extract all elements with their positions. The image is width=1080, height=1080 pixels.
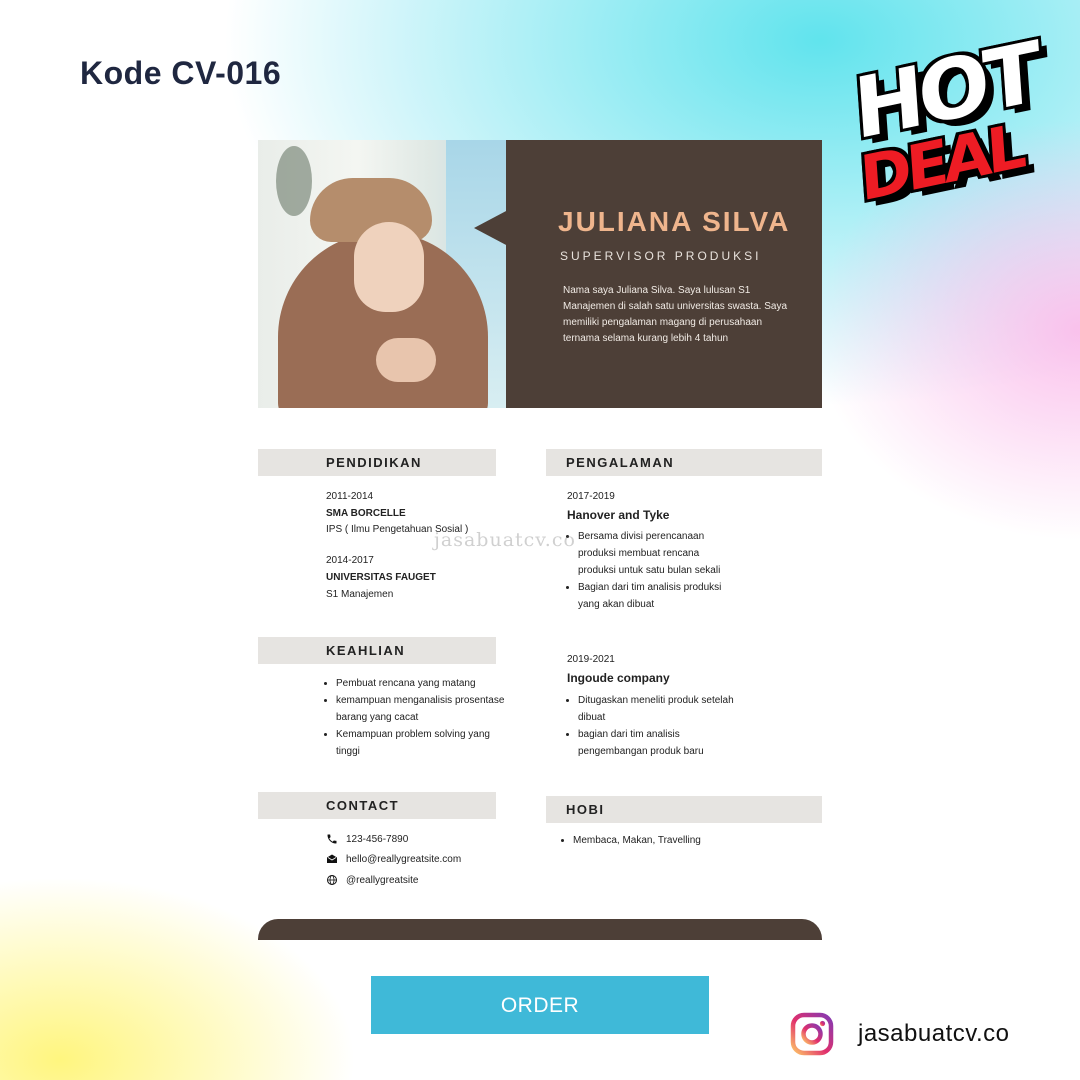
list-item: bagian dari tim analisis pengembangan pr…	[578, 726, 738, 760]
watermark: jasabuatcv.co	[434, 529, 576, 551]
order-button[interactable]: ORDER	[371, 976, 709, 1034]
list-item: Kemampuan problem solving yang tinggi	[336, 726, 506, 760]
section-hobi: HOBI	[546, 796, 822, 823]
list-item: Bagian dari tim analisis produksi yang a…	[578, 579, 728, 613]
list-item: kemampuan menganalisis prosentase barang…	[336, 692, 506, 726]
edu-school-1: SMA BORCELLE	[326, 508, 406, 519]
instagram-handle[interactable]: jasabuatcv.co	[858, 1020, 1009, 1048]
contact-phone-text: 123-456-7890	[346, 833, 409, 845]
section-contact: CONTACT	[258, 792, 496, 819]
edu-years-1: 2011-2014	[326, 491, 374, 502]
contact-web: @reallygreatsite	[326, 874, 418, 886]
contact-email-text: hello@reallygreatsite.com	[346, 853, 462, 865]
contact-phone: 123-456-7890	[326, 833, 408, 845]
cv-footer-bar	[258, 919, 822, 940]
cv-header-panel: JULIANA SILVA SUPERVISOR PRODUKSI Nama s…	[506, 140, 822, 408]
phone-icon	[327, 834, 337, 844]
list-item: Pembuat rencana yang matang	[336, 675, 506, 692]
list-item: Bersama divisi perencanaan produksi memb…	[578, 528, 728, 579]
cv-name: JULIANA SILVA	[558, 206, 791, 237]
hot-deal-badge: HOT DEAL	[848, 24, 1038, 220]
exp-points-2: Ditugaskan meneliti produk setelah dibua…	[566, 692, 738, 760]
cv-document: JULIANA SILVA SUPERVISOR PRODUKSI Nama s…	[258, 140, 822, 940]
kode-label: Kode CV-016	[80, 55, 282, 91]
section-pengalaman: PENGALAMAN	[546, 449, 822, 476]
contact-web-text: @reallygreatsite	[346, 874, 419, 886]
exp-company-1: Hanover and Tyke	[567, 508, 670, 522]
edu-school-2: UNIVERSITAS FAUGET	[326, 572, 436, 583]
cv-role: SUPERVISOR PRODUKSI	[560, 249, 762, 263]
exp-points-1: Bersama divisi perencanaan produksi memb…	[566, 528, 728, 613]
cv-about: Nama saya Juliana Silva. Saya lulusan S1…	[563, 285, 788, 344]
mail-icon	[327, 854, 337, 863]
edu-years-2: 2014-2017	[326, 555, 374, 566]
contact-email: hello@reallygreatsite.com	[326, 853, 461, 865]
instagram-icon[interactable]	[790, 1012, 834, 1056]
profile-photo	[258, 140, 506, 408]
header-notch	[474, 210, 508, 246]
exp-years-1: 2017-2019	[567, 491, 615, 502]
section-pendidikan: PENDIDIKAN	[258, 449, 496, 476]
list-item: Ditugaskan meneliti produk setelah dibua…	[578, 692, 738, 726]
keahlian-list: Pembuat rencana yang matang kemampuan me…	[324, 675, 506, 760]
hobi-list: Membaca, Makan, Travelling	[561, 832, 803, 849]
edu-detail-2: S1 Manajemen	[326, 589, 394, 600]
globe-icon	[327, 875, 337, 885]
exp-years-2: 2019-2021	[567, 654, 615, 665]
section-keahlian: KEAHLIAN	[258, 637, 496, 664]
list-item: Membaca, Makan, Travelling	[573, 832, 803, 849]
exp-company-2: Ingoude company	[567, 671, 670, 685]
